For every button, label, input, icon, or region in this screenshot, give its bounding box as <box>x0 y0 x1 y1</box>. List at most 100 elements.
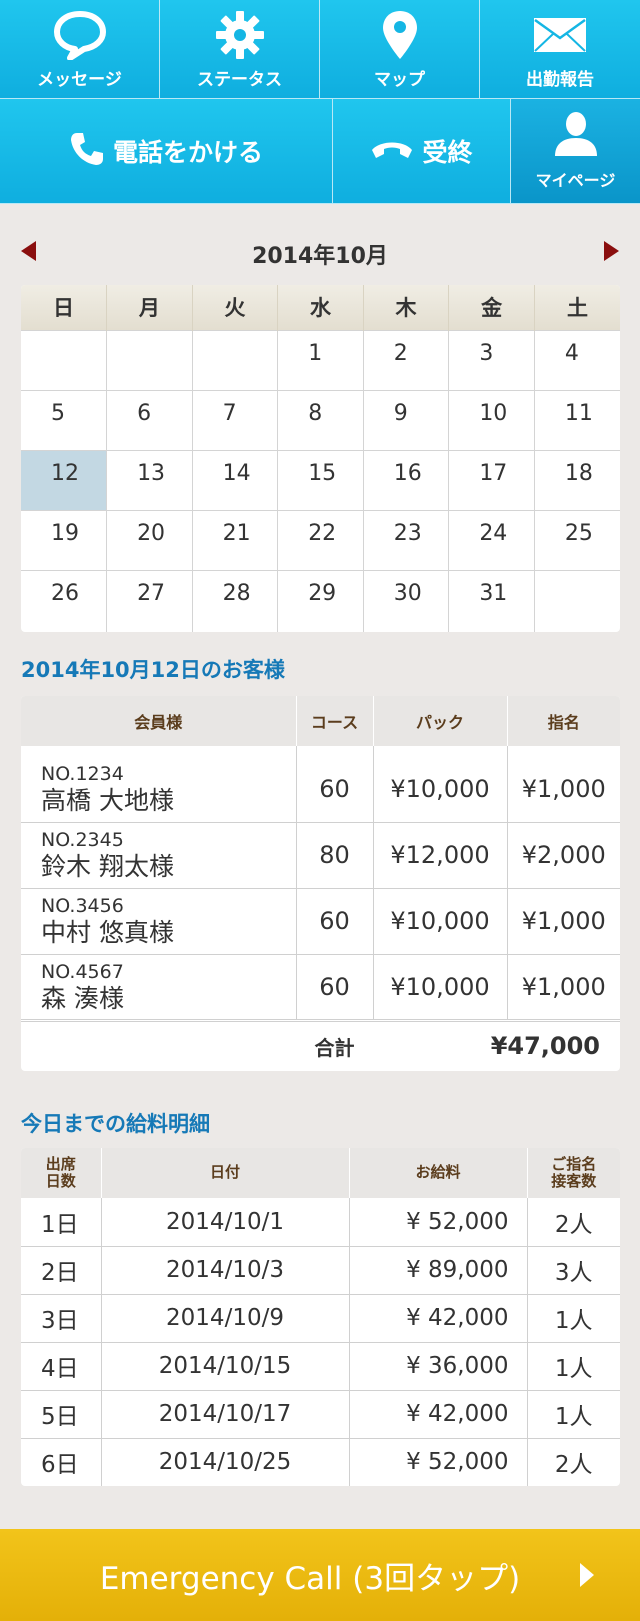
customers-total-row: 合計 ¥47,000 <box>21 1018 620 1071</box>
calendar-day[interactable]: 26 <box>21 569 108 632</box>
next-month-icon[interactable] <box>604 241 619 261</box>
salary-row: 1日 2014/10/1 ¥ 52,000 2人 <box>21 1198 620 1246</box>
customer-row[interactable]: NO.2345 鈴木 翔太様 80 ¥12,000 ¥2,000 <box>21 821 620 888</box>
salary-pay: ¥ 52,000 <box>349 1198 528 1246</box>
calendar-day[interactable]: 9 <box>363 389 450 450</box>
calendar-day[interactable]: 2 <box>363 329 450 390</box>
speech-bubble-icon <box>53 9 107 61</box>
weekday-sat: 土 <box>534 285 620 330</box>
calendar-day[interactable]: 21 <box>192 509 279 570</box>
mypage-button[interactable]: マイページ <box>511 99 640 204</box>
attendance-label: 出勤報告 <box>526 69 594 90</box>
calendar-day[interactable]: 10 <box>448 389 535 450</box>
salary-pay: ¥ 42,000 <box>349 1293 528 1342</box>
calendar-day[interactable]: 1 <box>277 329 364 390</box>
map-button[interactable]: マップ <box>320 0 480 99</box>
calendar-day[interactable]: 15 <box>277 449 364 510</box>
weekday-sun: 日 <box>21 285 108 330</box>
map-label: マップ <box>374 69 425 90</box>
gear-icon <box>215 9 265 61</box>
calendar-day[interactable]: 13 <box>106 449 193 510</box>
salary-day: 4日 <box>21 1341 102 1390</box>
calendar-day[interactable] <box>534 569 620 632</box>
salary-date: 2014/10/17 <box>101 1389 350 1438</box>
calendar-week: 19 20 21 22 23 24 25 <box>21 509 620 570</box>
calendar-day[interactable]: 16 <box>363 449 450 510</box>
message-label: メッセージ <box>37 69 122 90</box>
calendar-day[interactable]: 28 <box>192 569 279 632</box>
salary-row: 4日 2014/10/15 ¥ 36,000 1人 <box>21 1341 620 1390</box>
salary-count: 1人 <box>527 1341 620 1390</box>
hangup-phone-icon <box>370 138 414 164</box>
calendar: 日 月 火 水 木 金 土 1 2 3 4 5 6 7 8 9 10 11 12… <box>21 285 620 632</box>
top-nav-row-1: メッセージ ステータス マップ 出勤報告 <box>0 0 640 99</box>
salary-count: 1人 <box>527 1293 620 1342</box>
calendar-day[interactable]: 11 <box>534 389 620 450</box>
salary-date: 2014/10/3 <box>101 1245 350 1294</box>
calendar-day[interactable] <box>192 329 279 390</box>
calendar-day[interactable]: 30 <box>363 569 450 632</box>
calendar-week: 12 13 14 15 16 17 18 <box>21 449 620 510</box>
customer-row[interactable]: NO.3456 中村 悠真様 60 ¥10,000 ¥1,000 <box>21 887 620 954</box>
calendar-day[interactable]: 23 <box>363 509 450 570</box>
attendance-button[interactable]: 出勤報告 <box>480 0 640 99</box>
customer-no: NO.4567 <box>41 960 124 983</box>
calendar-day[interactable] <box>21 329 108 390</box>
col-member: 会員様 <box>21 696 297 746</box>
weekday-wed: 水 <box>277 285 364 330</box>
status-label: ステータス <box>197 69 282 90</box>
calendar-day[interactable]: 3 <box>448 329 535 390</box>
customer-row[interactable]: NO.4567 森 湊様 60 ¥10,000 ¥1,000 <box>21 953 620 1020</box>
map-pin-icon <box>380 9 420 61</box>
calendar-day[interactable] <box>106 329 193 390</box>
calendar-day[interactable]: 19 <box>21 509 108 570</box>
customer-member: NO.2345 鈴木 翔太様 <box>21 821 297 888</box>
calendar-day[interactable]: 27 <box>106 569 193 632</box>
call-button[interactable]: 電話をかける <box>0 99 333 204</box>
salary-header-row: 出席 日数 日付 お給料 ご指名 接客数 <box>21 1148 620 1198</box>
hangup-button[interactable]: 受終 <box>333 99 511 204</box>
salary-row: 5日 2014/10/17 ¥ 42,000 1人 <box>21 1389 620 1438</box>
call-label: 電話をかける <box>112 138 263 167</box>
weekday-thu: 木 <box>363 285 450 330</box>
calendar-day[interactable]: 24 <box>448 509 535 570</box>
message-button[interactable]: メッセージ <box>0 0 160 99</box>
salary-day: 3日 <box>21 1293 102 1342</box>
calendar-day[interactable]: 17 <box>448 449 535 510</box>
customer-name: 森 湊様 <box>41 983 124 1013</box>
calendar-day[interactable]: 20 <box>106 509 193 570</box>
calendar-day[interactable]: 22 <box>277 509 364 570</box>
calendar-day[interactable]: 31 <box>448 569 535 632</box>
customer-course: 60 <box>296 746 374 822</box>
weekday-fri: 金 <box>448 285 535 330</box>
calendar-day[interactable]: 6 <box>106 389 193 450</box>
customer-no: NO.3456 <box>41 895 124 917</box>
calendar-day[interactable]: 8 <box>277 389 364 450</box>
customer-member: NO.1234 高橋 大地様 <box>21 746 297 822</box>
calendar-day[interactable]: 29 <box>277 569 364 632</box>
salary-table: 出席 日数 日付 お給料 ご指名 接客数 1日 2014/10/1 ¥ 52,0… <box>21 1148 620 1486</box>
customer-row[interactable]: NO.1234 高橋 大地様 60 ¥10,000 ¥1,000 <box>21 746 620 822</box>
calendar-day[interactable]: 18 <box>534 449 620 510</box>
top-nav-row-2: 電話をかける 受終 マイページ <box>0 99 640 204</box>
person-icon <box>553 111 599 161</box>
customers-title: 2014年10月12日のお客様 <box>21 658 285 682</box>
salary-pay: ¥ 52,000 <box>349 1437 528 1486</box>
calendar-day-selected[interactable]: 12 <box>21 449 108 510</box>
salary-pay: ¥ 36,000 <box>349 1341 528 1390</box>
salary-day: 5日 <box>21 1389 102 1438</box>
calendar-day[interactable]: 5 <box>21 389 108 450</box>
col-course: コース <box>296 696 374 746</box>
calendar-day[interactable]: 25 <box>534 509 620 570</box>
status-button[interactable]: ステータス <box>160 0 320 99</box>
calendar-day[interactable]: 7 <box>192 389 279 450</box>
calendar-day[interactable]: 4 <box>534 329 620 390</box>
emergency-call-button[interactable]: Emergency Call (3回タップ) <box>0 1529 640 1621</box>
col-nominated-count: ご指名 接客数 <box>527 1148 620 1198</box>
customer-pack: ¥10,000 <box>373 746 508 822</box>
calendar-title: 2014年10月 <box>252 244 388 269</box>
customer-nomination: ¥1,000 <box>507 887 620 954</box>
customers-table: 会員様 コース パック 指名 NO.1234 高橋 大地様 60 ¥10,000… <box>21 696 620 1071</box>
calendar-day[interactable]: 14 <box>192 449 279 510</box>
customer-course: 80 <box>296 821 374 888</box>
